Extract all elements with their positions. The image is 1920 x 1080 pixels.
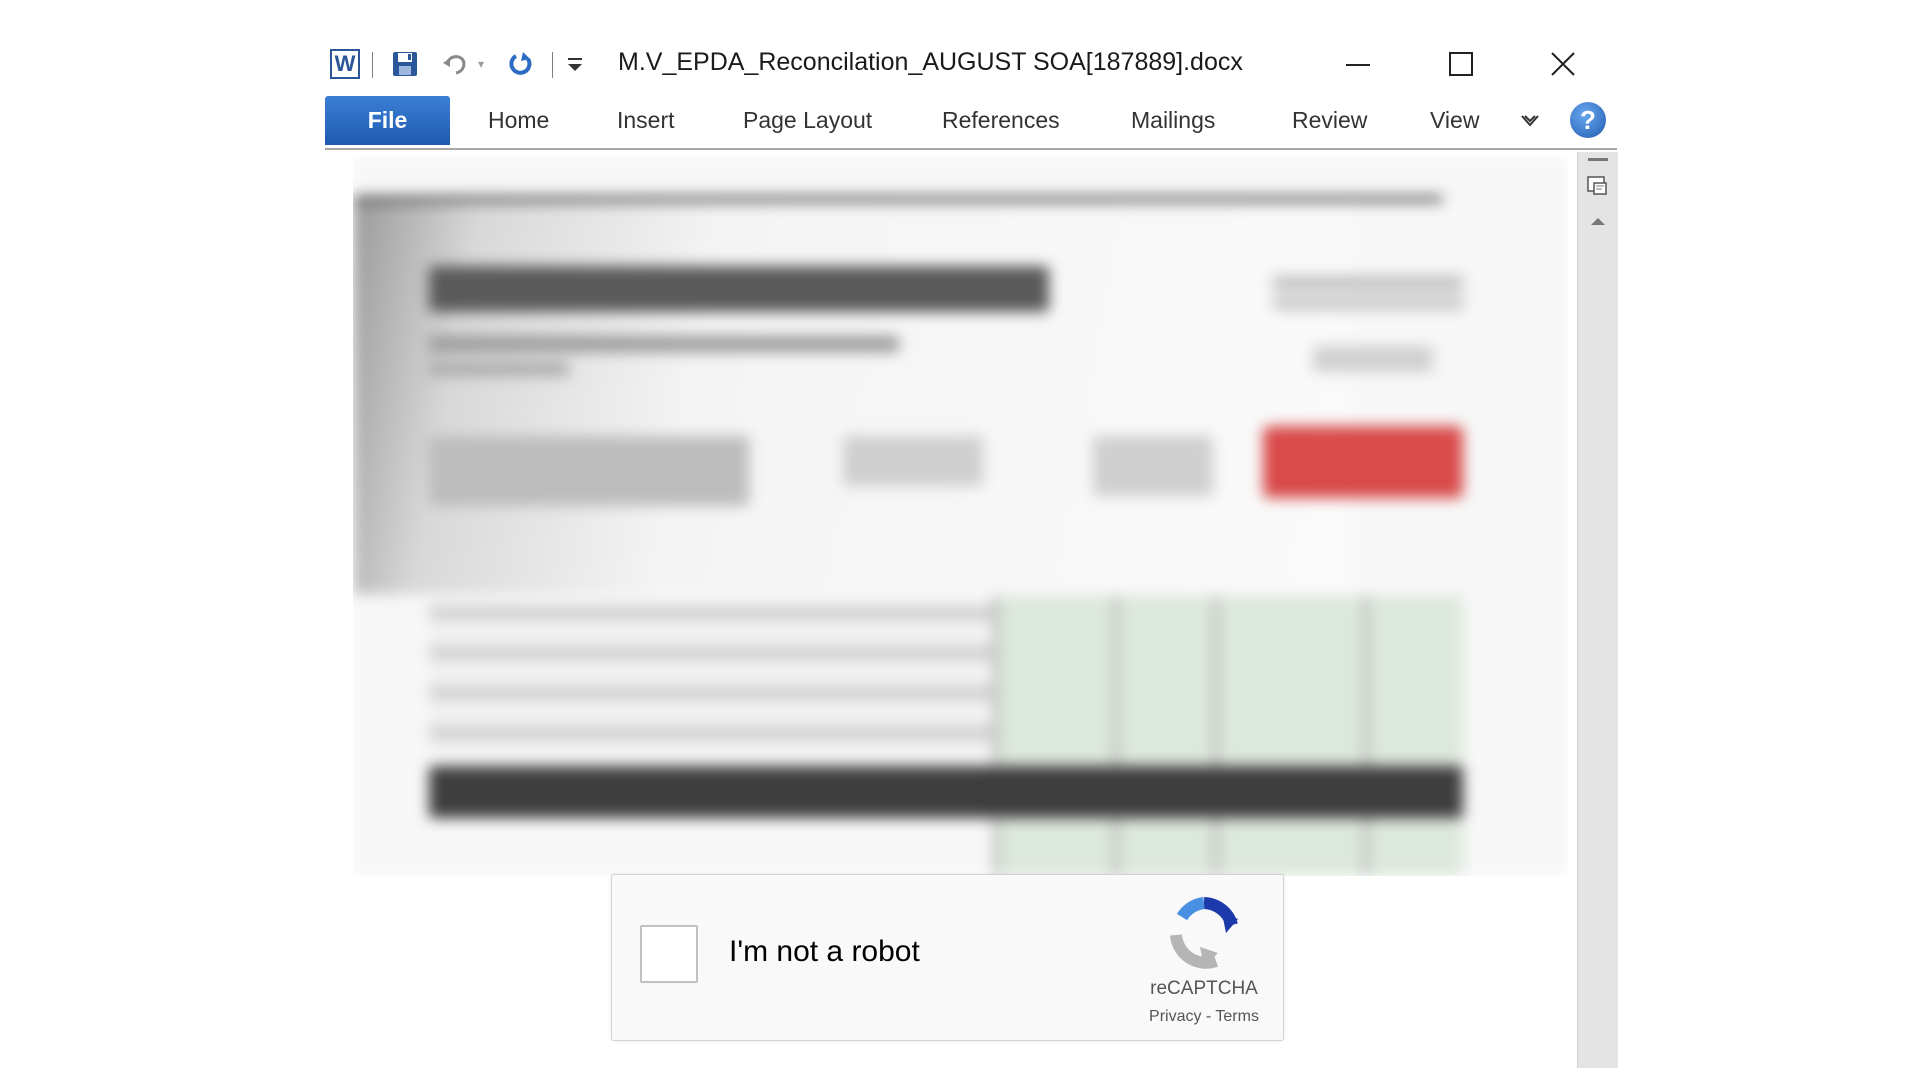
split-handle-icon[interactable] (1588, 158, 1608, 161)
ribbon-tab-bar: File Home Insert Page Layout References … (325, 96, 1617, 150)
customize-toolbar-icon[interactable] (561, 46, 589, 82)
scroll-up-icon[interactable] (1578, 210, 1618, 232)
close-icon[interactable] (1533, 44, 1593, 84)
tab-review[interactable]: Review (1292, 96, 1367, 145)
tab-insert[interactable]: Insert (617, 96, 675, 145)
word-logo-letter: W (330, 49, 360, 79)
undo-dropdown-icon[interactable]: ▾ (473, 46, 489, 82)
help-icon[interactable]: ? (1570, 102, 1606, 138)
qat-separator (372, 52, 373, 78)
tab-view[interactable]: View (1430, 96, 1479, 145)
terms-link[interactable]: Terms (1215, 1008, 1259, 1025)
recaptcha-links: Privacy - Terms (1092, 1008, 1316, 1026)
redo-icon[interactable] (503, 46, 539, 82)
recaptcha-label: I'm not a robot (729, 935, 920, 968)
save-icon[interactable] (387, 46, 423, 82)
title-bar: W ▾ M.V_EPDA_Reconcilation_AUGUST SOA[18… (325, 40, 1617, 90)
privacy-link[interactable]: Privacy (1149, 1008, 1201, 1025)
tab-references[interactable]: References (942, 96, 1060, 145)
tab-page-layout[interactable]: Page Layout (743, 96, 872, 145)
tab-mailings[interactable]: Mailings (1131, 96, 1215, 145)
tab-home[interactable]: Home (488, 96, 549, 145)
vertical-scrollbar[interactable] (1577, 152, 1618, 1068)
recaptcha-checkbox[interactable] (640, 925, 698, 983)
minimize-icon[interactable] (1328, 44, 1388, 84)
word-logo-icon[interactable]: W (327, 46, 363, 82)
qat-separator (552, 52, 553, 78)
document-title: M.V_EPDA_Reconcilation_AUGUST SOA[187889… (618, 48, 1243, 76)
recaptcha-logo-icon (1166, 895, 1242, 971)
document-preview (353, 156, 1568, 876)
tab-file[interactable]: File (325, 96, 450, 145)
expand-ribbon-icon[interactable] (1515, 106, 1545, 136)
blurred-document-image (353, 156, 1568, 876)
maximize-icon[interactable] (1431, 44, 1491, 84)
links-separator: - (1201, 1008, 1216, 1025)
recaptcha-brand: reCAPTCHA (1150, 978, 1258, 999)
undo-icon[interactable] (437, 46, 473, 82)
view-ruler-icon[interactable] (1584, 172, 1610, 198)
recaptcha-widget: I'm not a robot reCAPTCHA Privacy - Term… (611, 874, 1284, 1041)
